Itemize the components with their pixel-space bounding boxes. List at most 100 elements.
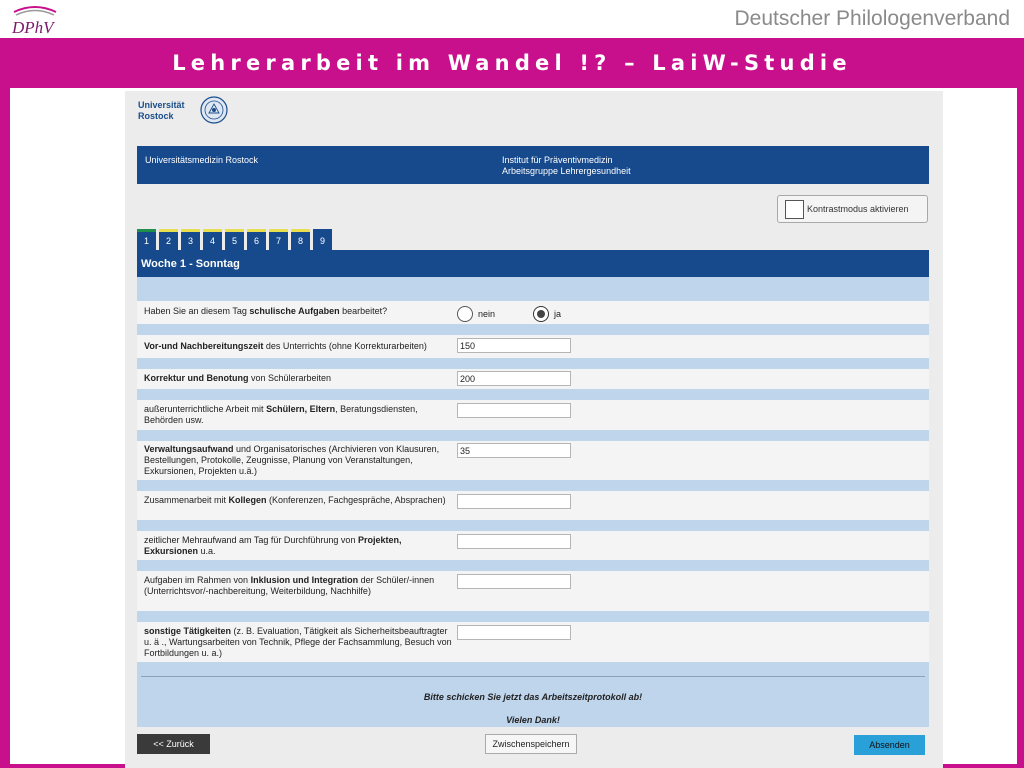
- input-inclusion[interactable]: [457, 574, 571, 589]
- contrast-mode-button[interactable]: Kontrastmodus aktivieren: [777, 195, 928, 223]
- field-row-prep: Vor-und Nachbereitungszeit des Unterrich…: [137, 335, 929, 358]
- field-row-admin: Verwaltungsaufwand und Organisatorisches…: [137, 441, 929, 480]
- field-row-colleagues: Zusammenarbeit mit Kollegen (Konferenzen…: [137, 491, 929, 520]
- field-row-extracurricular: außerunterrichtliche Arbeit mit Schülern…: [137, 400, 929, 430]
- radio-ja[interactable]: [533, 306, 550, 322]
- tab-week-9[interactable]: 9: [313, 229, 332, 250]
- question-text-before: Haben Sie an diesem Tag: [144, 306, 250, 316]
- question-text-after: bearbeitet?: [339, 306, 388, 316]
- university-seal-icon: [200, 96, 228, 124]
- field-label-grading-rest: von Schülerarbeiten: [248, 373, 332, 383]
- university-line1: Universität: [138, 100, 185, 110]
- input-extracurricular[interactable]: [457, 403, 571, 418]
- input-grading[interactable]: [457, 371, 571, 386]
- week-tabs: 1 2 3 4 5 6 7 8 9: [137, 229, 929, 250]
- week-title: Woche 1 - Sonntag: [137, 250, 929, 277]
- tab-week-4[interactable]: 4: [203, 229, 222, 250]
- input-colleagues[interactable]: [457, 494, 571, 509]
- band: [137, 358, 929, 369]
- input-other[interactable]: [457, 625, 571, 640]
- field-label-projects: zeitlicher Mehraufwand am Tag für Durchf…: [144, 535, 456, 557]
- slide-title: Lehrerarbeit im Wandel !? – LaiW-Studie: [172, 51, 852, 75]
- field-label-grading-bold: Korrektur und Benotung: [144, 373, 249, 383]
- band: [137, 611, 929, 622]
- tab-week-7[interactable]: 7: [269, 229, 288, 250]
- input-admin[interactable]: [457, 443, 571, 458]
- tab-week-5[interactable]: 5: [225, 229, 244, 250]
- field-label-projects-rest: u.a.: [198, 546, 216, 556]
- org-name: Deutscher Philologenverband: [734, 7, 1010, 30]
- university-header: Universität Rostock: [137, 91, 929, 146]
- questionnaire-content: Universität Rostock Universitätsmedizin …: [137, 91, 929, 757]
- field-label-colleagues: Zusammenarbeit mit Kollegen (Konferenzen…: [144, 495, 456, 506]
- logo-text: DPhV: [11, 18, 56, 36]
- field-label-other-bold: sonstige Tätigkeiten: [144, 626, 232, 636]
- tab-week-6[interactable]: 6: [247, 229, 266, 250]
- institution-left: Universitätsmedizin Rostock: [145, 155, 259, 165]
- field-label-colleagues-pre: Zusammenarbeit mit: [144, 495, 229, 505]
- field-label-prep-bold: Vor-und Nachbereitungszeit: [144, 341, 264, 351]
- submit-button[interactable]: Absenden: [854, 735, 925, 755]
- field-row-other: sonstige Tätigkeiten (z. B. Evaluation, …: [137, 622, 929, 662]
- field-label-extracurricular-bold: Schülern, Eltern: [266, 404, 336, 414]
- working-group-name: Arbeitsgruppe Lehrergesundheit: [502, 166, 631, 176]
- closing-message: Bitte schicken Sie jetzt das Arbeitszeit…: [423, 692, 643, 702]
- field-row-grading: Korrektur und Benotung von Schülerarbeit…: [137, 369, 929, 389]
- university-line2: Rostock: [138, 111, 174, 121]
- field-label-extracurricular: außerunterrichtliche Arbeit mit Schülern…: [144, 404, 456, 426]
- spacer-band: [137, 277, 929, 301]
- band: [137, 480, 929, 491]
- field-label-other: sonstige Tätigkeiten (z. B. Evaluation, …: [144, 626, 456, 659]
- field-label-extracurricular-pre: außerunterrichtliche Arbeit mit: [144, 404, 267, 414]
- field-label-grading: Korrektur und Benotung von Schülerarbeit…: [144, 373, 456, 384]
- field-label-colleagues-rest: (Konferenzen, Fachgespräche, Absprachen): [266, 495, 446, 505]
- field-label-prep-rest: des Unterrichts (ohne Korrekturarbeiten): [263, 341, 427, 351]
- divider: [141, 676, 925, 677]
- field-label-prep: Vor-und Nachbereitungszeit des Unterrich…: [144, 341, 456, 352]
- institution-right: Institut für Präventivmedizin Arbeitsgru…: [502, 155, 631, 177]
- field-label-projects-pre: zeitlicher Mehraufwand am Tag für Durchf…: [144, 535, 358, 545]
- closing-area: Bitte schicken Sie jetzt das Arbeitszeit…: [137, 662, 929, 727]
- frame-right: [1017, 38, 1024, 768]
- input-prep-time[interactable]: [457, 338, 571, 353]
- dphv-logo: DPhV: [8, 3, 62, 36]
- tab-week-8[interactable]: 8: [291, 229, 310, 250]
- field-label-colleagues-bold: Kollegen: [228, 495, 267, 505]
- field-row-inclusion: Aufgaben im Rahmen von Inklusion und Int…: [137, 571, 929, 611]
- contrast-checkbox[interactable]: [785, 199, 804, 219]
- band: [137, 324, 929, 335]
- tab-week-1[interactable]: 1: [137, 229, 156, 250]
- institute-name: Institut für Präventivmedizin: [502, 155, 613, 165]
- form-footer: << Zurück Zwischenspeichern Absenden: [137, 727, 929, 757]
- band: [137, 520, 929, 531]
- radio-nein-label: nein: [478, 308, 496, 319]
- questionnaire-screen: Universität Rostock Universitätsmedizin …: [125, 91, 943, 768]
- question-row: Haben Sie an diesem Tag schulische Aufga…: [137, 301, 929, 324]
- field-label-inclusion-bold: Inklusion und Integration: [250, 575, 359, 585]
- institution-bar: Universitätsmedizin Rostock Institut für…: [137, 146, 929, 184]
- radio-nein[interactable]: [457, 306, 473, 322]
- radio-group-tasks: nein ja: [457, 306, 561, 322]
- tab-week-3[interactable]: 3: [181, 229, 200, 250]
- band: [137, 389, 929, 400]
- radio-ja-label: ja: [554, 308, 562, 319]
- field-label-admin: Verwaltungsaufwand und Organisatorisches…: [144, 444, 456, 477]
- input-projects[interactable]: [457, 534, 571, 549]
- field-label-admin-bold: Verwaltungsaufwand: [144, 444, 234, 454]
- field-label-inclusion: Aufgaben im Rahmen von Inklusion und Int…: [144, 575, 456, 597]
- field-row-projects: zeitlicher Mehraufwand am Tag für Durchf…: [137, 531, 929, 560]
- field-label-inclusion-pre: Aufgaben im Rahmen von: [144, 575, 251, 585]
- band: [137, 560, 929, 571]
- title-banner: Lehrerarbeit im Wandel !? – LaiW-Studie: [0, 38, 1024, 88]
- band: [137, 430, 929, 441]
- question-label: Haben Sie an diesem Tag schulische Aufga…: [144, 306, 456, 317]
- tab-week-2[interactable]: 2: [159, 229, 178, 250]
- contrast-row: Kontrastmodus aktivieren: [137, 184, 929, 229]
- back-button[interactable]: << Zurück: [137, 734, 210, 754]
- closing-thanks: Vielen Dank!: [506, 715, 560, 725]
- question-text-bold: schulische Aufgaben: [249, 306, 340, 316]
- save-draft-button[interactable]: Zwischenspeichern: [485, 734, 577, 754]
- frame-left: [0, 38, 10, 768]
- contrast-label: Kontrastmodus aktivieren: [807, 204, 909, 214]
- university-name: Universität Rostock: [138, 100, 198, 122]
